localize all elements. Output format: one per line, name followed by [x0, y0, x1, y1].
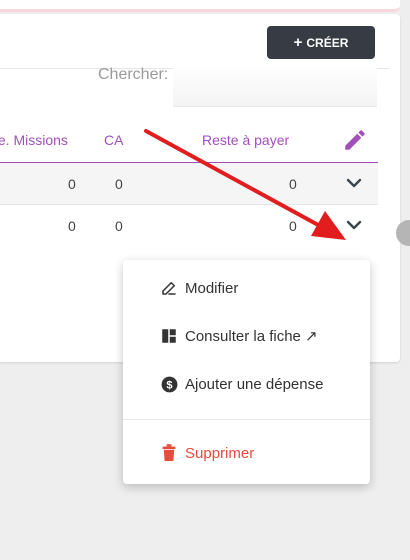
menu-item-label: Ajouter une dépense: [185, 375, 324, 393]
table-row[interactable]: 0 0 0: [0, 163, 378, 205]
column-header-missions[interactable]: .e. Missions: [0, 132, 68, 148]
search-input[interactable]: [173, 63, 377, 107]
menu-item-label: Consulter la fiche ↗: [185, 328, 318, 345]
column-header-reste-a-payer[interactable]: Reste à payer: [202, 132, 289, 148]
chevron-down-icon[interactable]: [346, 219, 362, 231]
create-button[interactable]: + CRÉER: [267, 26, 375, 59]
menu-item-label: Supprimer: [185, 444, 255, 462]
column-header-ca[interactable]: CA: [104, 132, 123, 148]
menu-item-label: Modifier: [185, 279, 239, 297]
search-label: Chercher:: [98, 66, 169, 83]
chevron-down-icon[interactable]: [346, 177, 362, 189]
menu-item-modifier[interactable]: Modifier: [123, 266, 370, 310]
svg-text:$: $: [166, 379, 172, 391]
cell-reste-a-payer: 0: [289, 176, 297, 192]
edit-columns-pencil-icon[interactable]: [342, 127, 368, 153]
dollar-circle-icon: $: [159, 374, 179, 394]
menu-item-ajouter-depense[interactable]: $ Ajouter une dépense: [123, 362, 370, 406]
plus-icon: +: [293, 34, 303, 51]
cell-ca: 0: [115, 176, 123, 192]
cell-missions: 0: [68, 218, 76, 234]
cell-missions: 0: [68, 176, 76, 192]
layout-icon: [159, 326, 179, 346]
cell-ca: 0: [115, 218, 123, 234]
top-panel-edge: [0, 0, 400, 12]
create-button-label: CRÉER: [306, 35, 349, 50]
trash-icon: [159, 443, 179, 463]
menu-divider: [123, 419, 370, 420]
menu-item-consulter-fiche[interactable]: Consulter la fiche ↗: [123, 314, 370, 358]
menu-item-supprimer[interactable]: Supprimer: [123, 431, 370, 475]
cell-reste-a-payer: 0: [289, 218, 297, 234]
table-row[interactable]: 0 0 0: [0, 205, 378, 247]
row-actions-menu: Modifier Consulter la fiche ↗ $ Ajouter …: [123, 260, 370, 484]
pen-icon: [159, 278, 179, 298]
